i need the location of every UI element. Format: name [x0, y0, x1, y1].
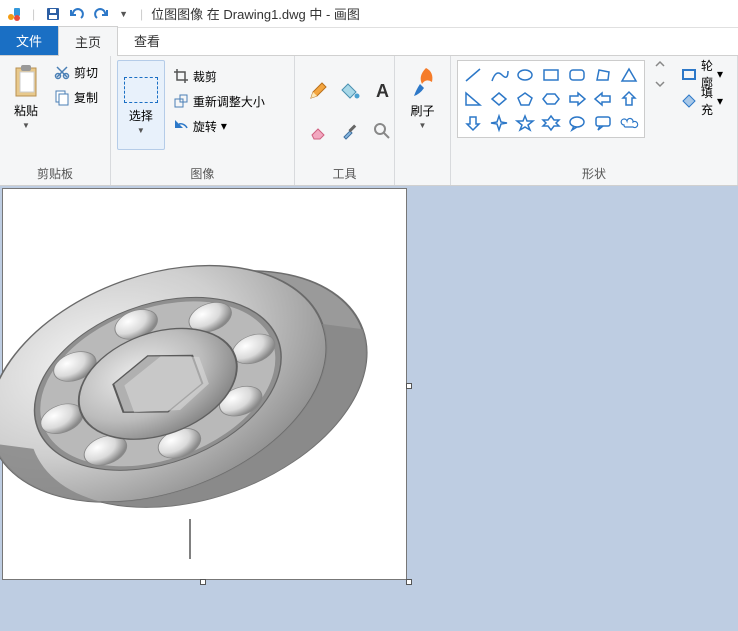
chevron-down-icon: ▾	[717, 94, 723, 108]
save-icon[interactable]	[43, 4, 63, 24]
copy-label: 复制	[74, 89, 98, 106]
qat-dropdown-icon[interactable]: ▼	[119, 9, 128, 19]
fill-button[interactable]: 填充 ▾	[677, 89, 727, 113]
select-label: 选择	[129, 107, 153, 124]
shape-triangle[interactable]	[617, 64, 641, 86]
separator: |	[140, 7, 143, 21]
separator: |	[32, 7, 35, 21]
copy-button[interactable]: 复制	[50, 85, 102, 109]
shape-arrow-down[interactable]	[461, 112, 485, 134]
fill-tool[interactable]	[339, 80, 361, 102]
shape-arrow-up[interactable]	[617, 88, 641, 110]
resize-handle-right[interactable]	[406, 383, 412, 389]
clipboard-icon	[11, 64, 41, 100]
resize-handle-bottom[interactable]	[200, 579, 206, 585]
shape-arrow-left[interactable]	[591, 88, 615, 110]
group-label-shapes: 形状	[457, 161, 731, 185]
chevron-down-icon: ▼	[137, 126, 145, 135]
group-label-clipboard: 剪贴板	[6, 161, 104, 185]
resize-label: 重新调整大小	[193, 93, 265, 110]
brush-button[interactable]: 刷子 ▼	[401, 60, 444, 134]
fill-label: 填充	[701, 84, 713, 118]
brush-icon	[406, 64, 438, 100]
shape-line[interactable]	[461, 64, 485, 86]
bearing-image	[3, 189, 406, 579]
drawing-canvas[interactable]	[3, 189, 406, 579]
chevron-down-icon: ▼	[418, 121, 426, 130]
select-icon	[124, 77, 158, 103]
resize-icon	[173, 93, 189, 109]
chevron-down-icon[interactable]	[655, 80, 665, 88]
crop-button[interactable]: 裁剪	[169, 64, 269, 88]
shape-arrow-right[interactable]	[565, 88, 589, 110]
ribbon: 粘贴 ▼ 剪切 复制 剪贴板 选择 ▼	[0, 56, 738, 186]
undo-icon[interactable]	[67, 4, 87, 24]
chevron-down-icon: ▾	[717, 67, 723, 81]
shape-cloud[interactable]	[617, 112, 641, 134]
rotate-icon	[173, 118, 189, 134]
text-tool[interactable]: A	[371, 80, 393, 102]
resize-handle-corner[interactable]	[406, 579, 412, 585]
paste-label: 粘贴	[14, 102, 38, 119]
eyedropper-tool[interactable]	[339, 120, 361, 142]
redo-icon[interactable]	[91, 4, 111, 24]
shape-diamond[interactable]	[487, 88, 511, 110]
rotate-label: 旋转	[193, 118, 217, 135]
shape-hexagon[interactable]	[539, 88, 563, 110]
copy-icon	[54, 89, 70, 105]
shape-6star[interactable]	[539, 112, 563, 134]
brush-label: 刷子	[410, 102, 434, 119]
eraser-tool[interactable]	[307, 120, 329, 142]
group-shapes: 轮廓 ▾ 填充 ▾ 形状	[451, 56, 738, 185]
group-label-brush	[401, 178, 444, 185]
shape-oval[interactable]	[513, 64, 537, 86]
tab-row: 文件 主页 查看	[0, 28, 738, 56]
chevron-down-icon: ▾	[221, 119, 227, 133]
pencil-tool[interactable]	[307, 80, 329, 102]
resize-button[interactable]: 重新调整大小	[169, 89, 269, 113]
chevron-down-icon: ▼	[22, 121, 30, 130]
cut-button[interactable]: 剪切	[50, 60, 102, 84]
canvas-area[interactable]	[0, 186, 738, 631]
shape-4star[interactable]	[487, 112, 511, 134]
tab-file[interactable]: 文件	[0, 26, 58, 55]
group-clipboard: 粘贴 ▼ 剪切 复制 剪贴板	[0, 56, 111, 185]
select-button[interactable]: 选择 ▼	[117, 60, 165, 150]
group-brush: 刷子 ▼	[395, 56, 451, 185]
shape-callout-rect[interactable]	[591, 112, 615, 134]
outline-icon	[681, 66, 697, 82]
tab-view[interactable]: 查看	[118, 26, 176, 55]
shape-pentagon[interactable]	[513, 88, 537, 110]
shape-roundrect[interactable]	[565, 64, 589, 86]
shape-callout-round[interactable]	[565, 112, 589, 134]
group-label-image: 图像	[117, 161, 288, 185]
group-tools: A 工具	[295, 56, 395, 185]
outline-button[interactable]: 轮廓 ▾	[677, 62, 727, 86]
group-label-tools: 工具	[301, 161, 388, 185]
paste-button[interactable]: 粘贴 ▼	[6, 60, 46, 134]
shape-polygon[interactable]	[591, 64, 615, 86]
shape-curve[interactable]	[487, 64, 511, 86]
title-bar: | ▼ | 位图图像 在 Drawing1.dwg 中 - 画图	[0, 0, 738, 28]
magnifier-tool[interactable]	[371, 120, 393, 142]
shape-right-triangle[interactable]	[461, 88, 485, 110]
shape-gallery-scroll[interactable]	[655, 60, 665, 88]
rotate-button[interactable]: 旋转 ▾	[169, 114, 269, 138]
chevron-up-icon[interactable]	[655, 60, 665, 68]
shape-5star[interactable]	[513, 112, 537, 134]
app-icon	[4, 4, 24, 24]
shape-gallery[interactable]	[457, 60, 645, 138]
scissors-icon	[54, 64, 70, 80]
tab-home[interactable]: 主页	[58, 26, 118, 56]
fill-icon	[681, 93, 697, 109]
crop-icon	[173, 68, 189, 84]
group-image: 选择 ▼ 裁剪 重新调整大小 旋转 ▾ 图像	[111, 56, 295, 185]
window-title: 位图图像 在 Drawing1.dwg 中 - 画图	[151, 4, 360, 23]
cut-label: 剪切	[74, 64, 98, 81]
crop-label: 裁剪	[193, 68, 217, 85]
shape-rect[interactable]	[539, 64, 563, 86]
svg-text:A: A	[376, 81, 389, 101]
